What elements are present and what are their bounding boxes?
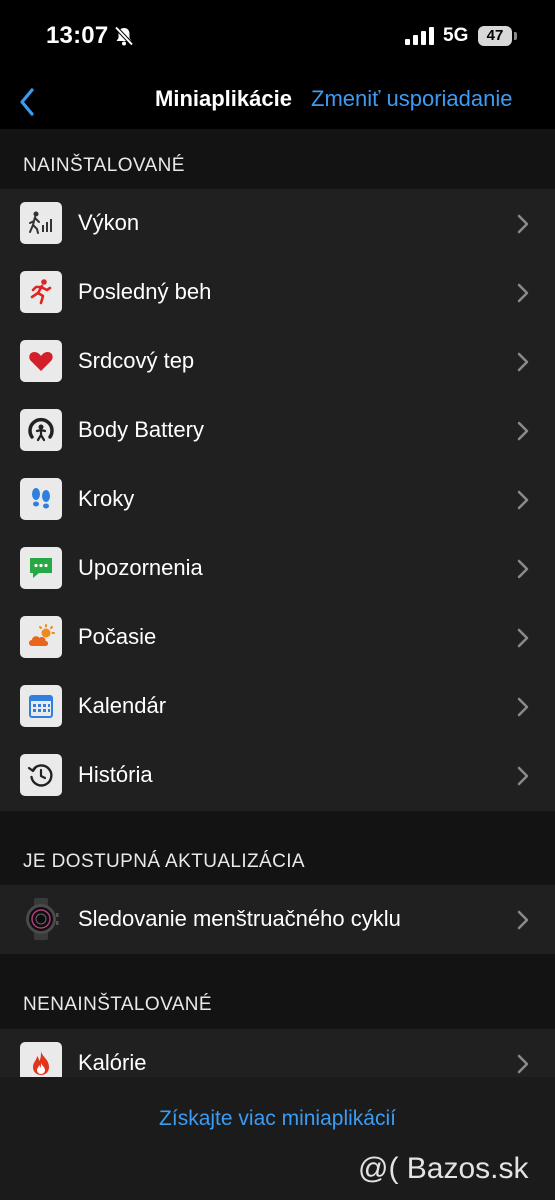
chevron-right-icon (517, 766, 529, 786)
navigation-bar: Miniaplikácie Zmeniť usporiadanie (0, 75, 555, 129)
list-item-label: Body Battery (78, 417, 204, 442)
list-item-label: Kroky (78, 486, 135, 511)
list-item-cycle-tracking[interactable]: Sledovanie menštruačného cyklu (0, 885, 555, 954)
chevron-right-icon (517, 697, 529, 717)
running-icon (20, 271, 62, 313)
performance-icon (20, 202, 62, 244)
update-list: Sledovanie menštruačného cyklu (0, 885, 555, 954)
list-item-heart-rate[interactable]: Srdcový tep (0, 327, 555, 396)
list-item-label: Počasie (78, 624, 157, 649)
calendar-icon (20, 685, 62, 727)
status-bar: 13:07 5G 47 (0, 0, 555, 75)
installed-list: Výkon Posledný beh Srdcový tep Body Batt… (0, 189, 555, 811)
list-item-label: Sledovanie menštruačného cyklu (78, 906, 401, 931)
network-type: 5G (443, 25, 469, 46)
chevron-right-icon (517, 490, 529, 510)
battery-nub (514, 32, 517, 40)
list-item-label: Kalórie (78, 1050, 147, 1075)
chevron-right-icon (517, 421, 529, 441)
chevron-right-icon (517, 283, 529, 303)
chevron-left-icon (20, 88, 34, 116)
body-battery-icon (20, 409, 62, 451)
list-item-notifications[interactable]: Upozornenia (0, 534, 555, 603)
footsteps-icon (20, 478, 62, 520)
content-area[interactable]: NAINŠTALOVANÉ Výkon Posledný beh Srdcový… (0, 129, 555, 1077)
chevron-right-icon (517, 352, 529, 372)
flame-icon (20, 1042, 62, 1077)
section-header-not-installed: NENAINŠTALOVANÉ (23, 994, 213, 1015)
get-more-apps-link[interactable]: Získajte viac miniaplikácií (0, 1107, 555, 1131)
list-item-label: História (78, 762, 153, 787)
list-item-label: Srdcový tep (78, 348, 195, 373)
signal-strength-icon (405, 27, 435, 50)
list-item-label: Upozornenia (78, 555, 203, 580)
list-item-label: Kalendár (78, 693, 167, 718)
list-item-history[interactable]: História (0, 741, 555, 810)
chevron-right-icon (517, 214, 529, 234)
chevron-right-icon (517, 910, 529, 930)
list-item-body-battery[interactable]: Body Battery (0, 396, 555, 465)
not-installed-list: Kalórie (0, 1029, 555, 1077)
page-title: Miniaplikácie (155, 86, 292, 111)
section-header-installed: NAINŠTALOVANÉ (23, 155, 185, 176)
weather-icon (20, 616, 62, 658)
message-icon (20, 547, 62, 589)
chevron-right-icon (517, 628, 529, 648)
chevron-right-icon (517, 559, 529, 579)
list-item-calories[interactable]: Kalórie (0, 1029, 555, 1077)
bell-slash-icon (113, 25, 135, 52)
history-icon (20, 754, 62, 796)
back-button[interactable] (12, 81, 48, 121)
list-item-performance[interactable]: Výkon (0, 189, 555, 258)
watch-icon (20, 898, 62, 940)
watermark: @( Bazos.sk (358, 1152, 529, 1185)
list-item-calendar[interactable]: Kalendár (0, 672, 555, 741)
reorder-button[interactable]: Zmeniť usporiadanie (311, 86, 512, 112)
heart-icon (20, 340, 62, 382)
chevron-right-icon (517, 1054, 529, 1074)
status-time: 13:07 (46, 22, 109, 49)
section-header-update: JE DOSTUPNÁ AKTUALIZÁCIA (23, 851, 305, 872)
list-item-last-run[interactable]: Posledný beh (0, 258, 555, 327)
list-item-weather[interactable]: Počasie (0, 603, 555, 672)
list-item-steps[interactable]: Kroky (0, 465, 555, 534)
list-item-label: Posledný beh (78, 279, 212, 304)
battery-indicator: 47 (478, 26, 512, 46)
list-item-label: Výkon (78, 210, 140, 235)
